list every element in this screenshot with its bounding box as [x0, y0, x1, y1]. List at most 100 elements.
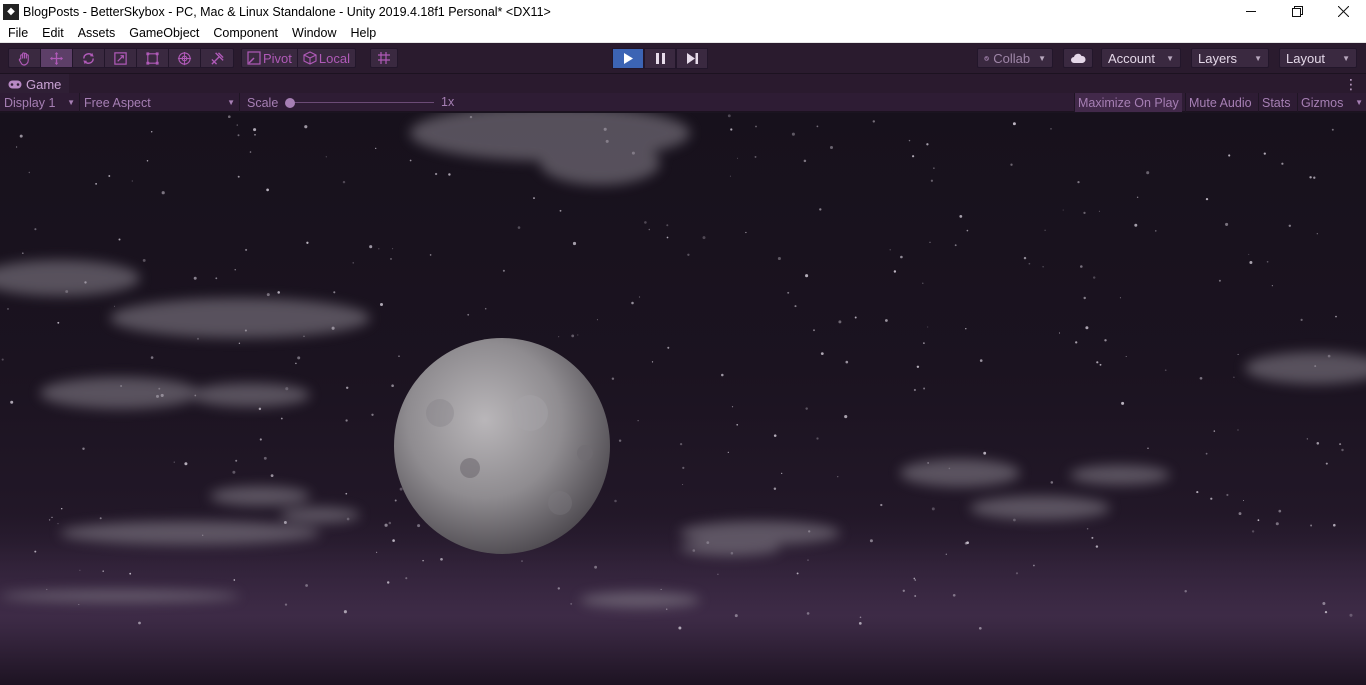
- star: [1233, 376, 1235, 379]
- star: [1228, 154, 1231, 157]
- star: [440, 557, 443, 561]
- star: [375, 551, 378, 554]
- star: [660, 588, 662, 590]
- maximize-on-play-toggle[interactable]: Maximize On Play: [1074, 93, 1182, 112]
- menu-component[interactable]: Component: [206, 23, 285, 43]
- star: [1155, 230, 1157, 232]
- layers-dropdown[interactable]: Layers ▼: [1191, 48, 1269, 68]
- star: [7, 307, 9, 310]
- star: [1218, 279, 1221, 282]
- transform-tool-icon[interactable]: [169, 49, 201, 67]
- cloud-button[interactable]: [1063, 48, 1093, 68]
- star: [1237, 353, 1239, 355]
- star: [1199, 376, 1203, 380]
- pivot-toggle[interactable]: Pivot: [242, 49, 298, 67]
- star: [682, 466, 685, 469]
- menu-edit[interactable]: Edit: [35, 23, 71, 43]
- star: [1263, 152, 1266, 155]
- star: [215, 277, 218, 280]
- star: [829, 145, 834, 150]
- rect-tool-icon[interactable]: [137, 49, 169, 67]
- step-button[interactable]: [676, 48, 708, 69]
- star: [254, 134, 256, 136]
- star: [923, 387, 926, 390]
- collab-dropdown[interactable]: Collab ▼: [977, 48, 1053, 68]
- mute-audio-toggle[interactable]: Mute Audio: [1185, 93, 1255, 112]
- star: [51, 516, 53, 519]
- star: [927, 326, 929, 328]
- menu-assets[interactable]: Assets: [71, 23, 123, 43]
- pivot-label: Pivot: [263, 50, 292, 66]
- star: [146, 159, 149, 162]
- star: [651, 361, 654, 363]
- star: [1095, 545, 1099, 548]
- star: [150, 356, 154, 359]
- star: [1251, 530, 1255, 533]
- star: [82, 447, 85, 451]
- star: [966, 541, 969, 545]
- star: [1091, 536, 1094, 539]
- gizmos-label: Gizmos: [1301, 95, 1344, 110]
- star: [644, 221, 647, 224]
- local-label: Local: [318, 50, 350, 66]
- star: [1271, 285, 1273, 287]
- menu-file[interactable]: File: [0, 23, 35, 43]
- star: [1099, 363, 1102, 366]
- aspect-dropdown[interactable]: Free Aspect ▼: [80, 93, 240, 112]
- pivot-icon: [247, 51, 261, 65]
- menu-gameobject[interactable]: GameObject: [122, 23, 206, 43]
- star: [1275, 522, 1279, 526]
- star: [845, 360, 849, 364]
- account-dropdown[interactable]: Account ▼: [1101, 48, 1181, 68]
- star: [844, 415, 848, 419]
- scale-slider-handle[interactable]: [285, 98, 295, 108]
- scale-tool-icon[interactable]: [105, 49, 137, 67]
- local-toggle[interactable]: Local: [298, 49, 355, 67]
- star: [234, 269, 236, 271]
- star: [1093, 276, 1096, 279]
- play-button[interactable]: [612, 48, 644, 69]
- star: [978, 626, 982, 630]
- star: [731, 406, 734, 408]
- star: [303, 335, 305, 338]
- star: [1096, 361, 1099, 364]
- custom-tools-icon[interactable]: [201, 49, 233, 67]
- star: [369, 245, 373, 249]
- game-view-viewport[interactable]: [0, 113, 1366, 685]
- hand-tool-icon[interactable]: [9, 49, 41, 67]
- star: [484, 307, 487, 310]
- menu-help[interactable]: Help: [343, 23, 383, 43]
- layout-dropdown[interactable]: Layout ▼: [1279, 48, 1357, 68]
- star: [902, 589, 905, 592]
- star: [816, 125, 819, 128]
- star: [611, 377, 615, 380]
- restore-icon[interactable]: [1274, 0, 1320, 22]
- star: [1164, 369, 1167, 372]
- star: [1237, 429, 1239, 431]
- scale-slider-track[interactable]: [289, 102, 434, 103]
- pause-button[interactable]: [644, 48, 676, 69]
- star: [238, 342, 241, 344]
- gizmos-dropdown[interactable]: Gizmos ▼: [1297, 93, 1366, 112]
- star: [965, 328, 967, 330]
- minimize-icon[interactable]: [1228, 0, 1274, 22]
- star: [1242, 499, 1245, 502]
- close-icon[interactable]: [1320, 0, 1366, 22]
- star: [409, 159, 412, 162]
- stats-toggle[interactable]: Stats: [1258, 93, 1294, 112]
- star: [434, 172, 438, 176]
- star: [1324, 610, 1328, 614]
- move-tool-icon[interactable]: [41, 49, 73, 67]
- rotate-tool-icon[interactable]: [73, 49, 105, 67]
- pivot-rotation-toggles: Pivot Local: [241, 48, 356, 68]
- tab-game[interactable]: Game: [0, 74, 70, 94]
- grid-snap-button[interactable]: [370, 48, 398, 68]
- star: [979, 359, 983, 362]
- display-dropdown[interactable]: Display 1 ▼: [0, 93, 80, 112]
- star: [577, 334, 579, 336]
- kebab-menu-icon[interactable]: ⋮: [1344, 74, 1358, 94]
- aspect-value: Free Aspect: [84, 95, 151, 110]
- menu-window[interactable]: Window: [285, 23, 343, 43]
- star: [253, 128, 257, 132]
- star: [1196, 491, 1199, 494]
